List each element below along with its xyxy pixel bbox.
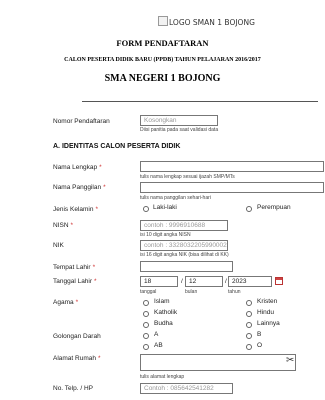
date-separator-1: /: [181, 278, 183, 285]
section-a-title: A. IDENTITAS CALON PESERTA DIDIK: [53, 143, 181, 150]
form-subtitle: CALON PESERTA DIDIK BARU (PPDB) TAHUN PE…: [64, 57, 261, 63]
radio-hindu[interactable]: [246, 311, 252, 317]
nama-lengkap-label: Nama Lengkap *: [53, 164, 102, 171]
resize-handle-icon[interactable]: ✂: [286, 356, 294, 366]
nomor-pendaftaran-hint: Diisi panitia pada saat validasi data: [140, 127, 219, 133]
radio-b[interactable]: [246, 333, 252, 339]
radio-ab[interactable]: [143, 344, 149, 350]
day-hint: tanggal: [140, 289, 157, 295]
nama-panggilan-hint: tulis nama panggilan sehari-hari: [140, 195, 211, 201]
tanggal-year-input[interactable]: 2023: [228, 276, 272, 287]
radio-o[interactable]: [246, 344, 252, 350]
alamat-rumah-textarea[interactable]: [140, 354, 296, 371]
tanggal-lahir-label: Tanggal Lahir *: [53, 278, 97, 285]
alamat-hint: tulis alamat lengkap: [140, 374, 185, 380]
perempuan-label: Perempuan: [257, 204, 291, 211]
alamat-rumah-label: Alamat Rumah *: [53, 355, 101, 362]
form-title: FORM PENDAFTARAN: [116, 38, 209, 48]
agama-label: Agama *: [53, 299, 79, 306]
radio-budha[interactable]: [143, 322, 149, 328]
golongan-ab-label: AB: [154, 342, 163, 349]
radio-islam[interactable]: [143, 300, 149, 306]
budha-label: Budha: [154, 320, 173, 327]
tanggal-month-input[interactable]: 12: [185, 276, 223, 287]
jenis-kelamin-label: Jenis Kelamin *: [53, 206, 98, 213]
school-logo: LOGO SMAN 1 BOJONG: [158, 16, 255, 27]
date-separator-2: /: [225, 278, 227, 285]
nama-panggilan-label: Nama Panggilan *: [53, 184, 106, 191]
katholik-label: Katholik: [154, 309, 178, 316]
nama-lengkap-input[interactable]: [140, 161, 324, 172]
kristen-label: Kristen: [257, 298, 278, 305]
month-hint: bulan: [185, 289, 198, 295]
golongan-darah-label: Golongan Darah: [53, 333, 101, 340]
broken-image-icon: [158, 16, 168, 26]
tempat-lahir-label: Tempat Lahir *: [53, 264, 96, 271]
golongan-a-label: A: [154, 331, 159, 338]
golongan-o-label: O: [257, 342, 263, 349]
nik-input[interactable]: contoh : 3328032205990002: [140, 240, 228, 251]
lainnya-label: Lainnya: [257, 320, 280, 327]
laki-laki-label: Laki-laki: [153, 204, 177, 211]
radio-katholik[interactable]: [143, 311, 149, 317]
nisn-label: NISN *: [53, 222, 74, 229]
year-hint: tahun: [228, 289, 241, 295]
nisn-hint: isi 10 digit angka NISN: [140, 232, 191, 238]
radio-kristen[interactable]: [246, 300, 252, 306]
tanggal-day-input[interactable]: 18: [140, 276, 178, 287]
radio-lainnya[interactable]: [246, 322, 252, 328]
school-name: SMA NEGERI 1 BOJONG: [104, 73, 221, 84]
nik-label: NIK: [53, 242, 64, 249]
radio-a[interactable]: [143, 333, 149, 339]
logo-alt-text: LOGO SMAN 1 BOJONG: [169, 18, 255, 27]
calendar-icon[interactable]: [275, 277, 283, 285]
islam-label: Islam: [154, 298, 170, 305]
telp-label: No. Telp. / HP: [53, 385, 93, 392]
nama-panggilan-input[interactable]: [140, 182, 324, 193]
nomor-pendaftaran-label: Nomor Pendaftaran: [53, 118, 110, 125]
telp-input[interactable]: Contoh : 085642541282: [140, 383, 233, 394]
header-divider: [82, 101, 318, 102]
radio-laki-laki[interactable]: [143, 206, 149, 212]
radio-perempuan[interactable]: [246, 206, 252, 212]
nisn-input[interactable]: contoh : 9996910688: [140, 220, 228, 231]
hindu-label: Hindu: [257, 309, 274, 316]
nama-lengkap-hint: tulis nama lengkap sesuai ijazah SMP/MTs: [140, 174, 235, 180]
tempat-lahir-input[interactable]: [140, 261, 233, 272]
nomor-pendaftaran-input[interactable]: Kosongkan: [140, 115, 218, 126]
nik-hint: isi 16 digit angka NIK (bisa dilihat di …: [140, 252, 229, 258]
golongan-b-label: B: [257, 331, 262, 338]
